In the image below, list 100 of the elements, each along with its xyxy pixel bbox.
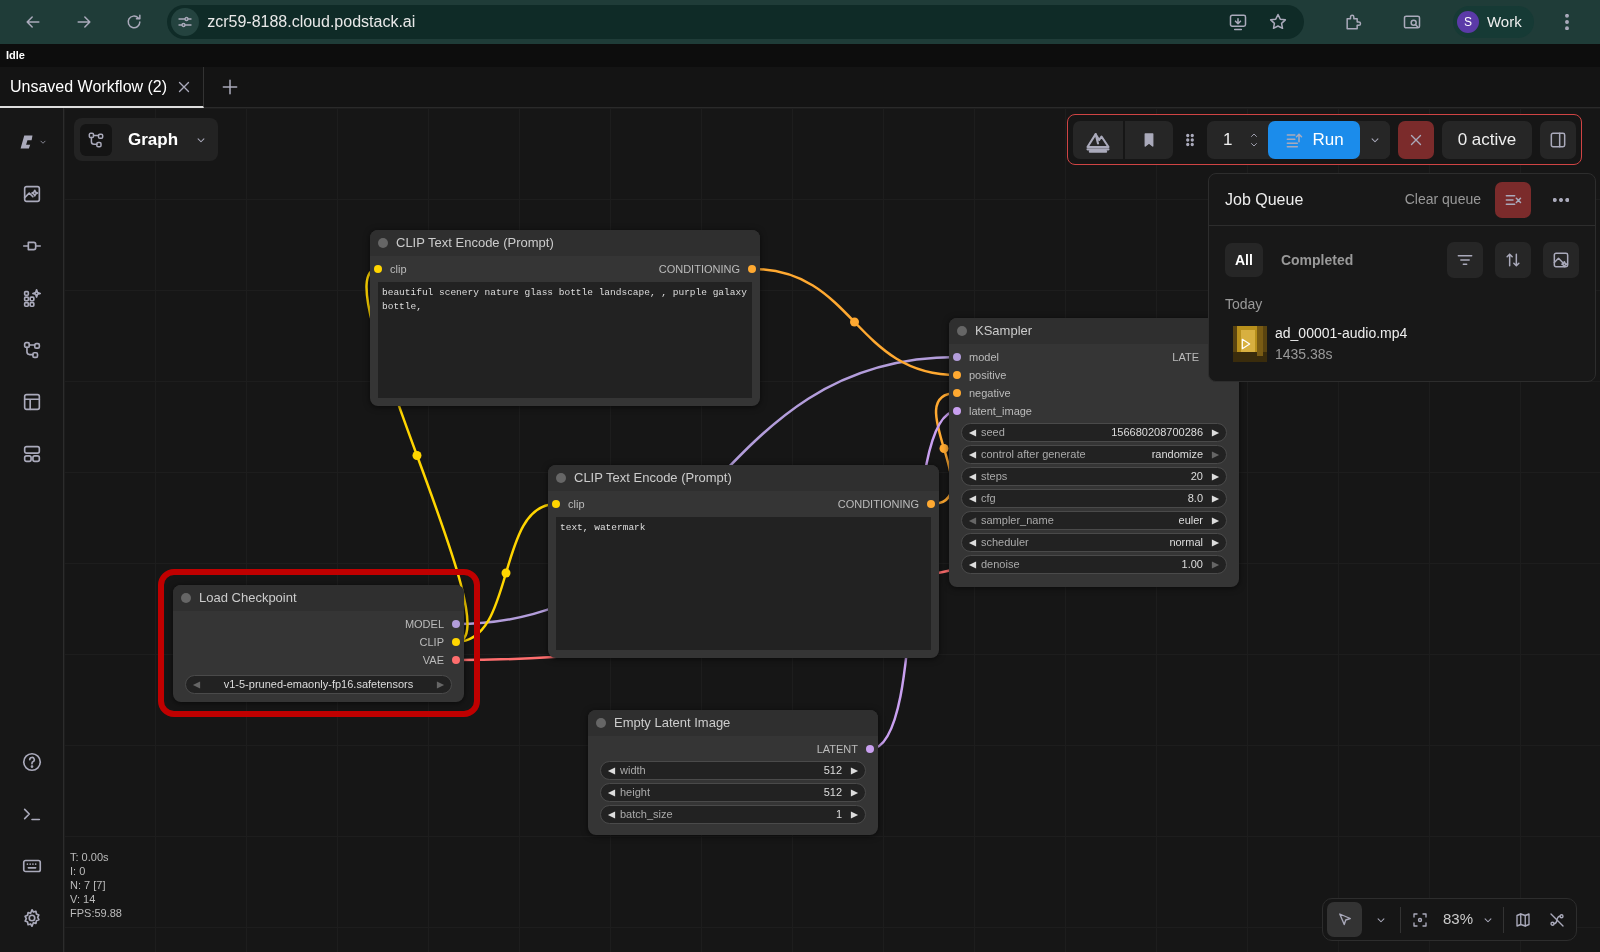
node-title: Empty Latent Image	[614, 714, 731, 733]
widget-field[interactable]: width 512	[600, 761, 866, 780]
bookmark-star-icon[interactable]	[1268, 12, 1289, 32]
widget-label: steps	[981, 469, 1008, 485]
profile-button[interactable]: S Work	[1452, 6, 1534, 38]
slot-label: CONDITIONING	[837, 496, 919, 512]
job-duration: 1435.38s	[1275, 345, 1334, 364]
decrement-arrow-icon[interactable]	[968, 559, 977, 570]
widget-value: 20	[1190, 469, 1203, 485]
input-dot-icon[interactable]	[374, 265, 382, 273]
batch-count-field[interactable]: 1	[1207, 126, 1249, 153]
output-dot-icon[interactable]	[452, 638, 460, 646]
widget-field[interactable]: scheduler normal	[961, 533, 1227, 552]
filter-tab[interactable]: All	[1225, 243, 1263, 277]
widget-field[interactable]: batch_size 1	[600, 805, 866, 824]
decrement-arrow-icon[interactable]	[968, 471, 977, 482]
input-dot-icon[interactable]	[953, 389, 961, 397]
increment-arrow-icon[interactable]	[1211, 427, 1220, 438]
select-tool-button[interactable]	[1327, 902, 1362, 937]
widget-value: 8.0	[1187, 491, 1203, 507]
increment-arrow-icon[interactable]	[850, 809, 859, 820]
widget-field[interactable]: cfg 8.0	[961, 489, 1227, 508]
gallery-button[interactable]	[1543, 242, 1579, 278]
clear-queue-button[interactable]: Clear queue	[1398, 188, 1487, 211]
increment-arrow-icon[interactable]	[850, 765, 859, 776]
collapse-dot-icon[interactable]	[181, 593, 191, 603]
status-text: Idle	[0, 44, 1600, 67]
stats-text: T: 0.00s	[70, 850, 110, 864]
widget-value: normal	[1169, 535, 1203, 551]
collapse-dot-icon[interactable]	[957, 326, 967, 336]
filter-button[interactable]	[1447, 242, 1483, 278]
group-heading: Today	[1224, 295, 1264, 314]
clear-queue-icon-button[interactable]	[1495, 181, 1531, 218]
increment-arrow-icon[interactable]	[1211, 515, 1220, 526]
run-button[interactable]: Run	[1268, 120, 1360, 159]
widget-label: seed	[981, 425, 1005, 441]
input-dot-icon[interactable]	[953, 353, 961, 361]
slot-label: clip	[568, 496, 585, 512]
active-jobs-button[interactable]: 0 active	[1441, 120, 1533, 159]
decrement-arrow-icon[interactable]	[607, 787, 616, 798]
slot-label: VAE	[422, 652, 444, 668]
slot-label: MODEL	[404, 616, 444, 632]
decrement-arrow-icon[interactable]	[968, 493, 977, 504]
widget-label: scheduler	[981, 535, 1029, 551]
increment-arrow-icon[interactable]	[1211, 537, 1220, 548]
view-menu-button[interactable]: Graph	[74, 118, 219, 161]
node-title: KSampler	[975, 322, 1033, 341]
manager-button[interactable]	[1073, 120, 1123, 159]
tab-search-icon	[1401, 12, 1422, 32]
widget-field[interactable]: seed 156680208700286	[961, 423, 1227, 442]
widget-label: height	[620, 785, 650, 801]
decrement-arrow-icon[interactable]	[968, 449, 977, 460]
decrement-arrow-icon[interactable]	[607, 809, 616, 820]
widget-field[interactable]: sampler_name euler	[961, 511, 1227, 530]
widget-value: euler	[1178, 513, 1203, 529]
address-bar[interactable]: zcr59-8188.cloud.podstack.ai	[167, 5, 1305, 39]
output-dot-icon[interactable]	[452, 620, 460, 628]
input-dot-icon[interactable]	[953, 407, 961, 415]
widget-value: 1.00	[1181, 557, 1203, 573]
decrement-arrow-icon[interactable]	[607, 765, 616, 776]
collapse-dot-icon[interactable]	[556, 473, 566, 483]
input-dot-icon[interactable]	[953, 371, 961, 379]
node-title: CLIP Text Encode (Prompt)	[574, 469, 732, 488]
widget-field[interactable]: steps 20	[961, 467, 1227, 486]
decrement-arrow-icon[interactable]	[968, 427, 977, 438]
zoom-menu-button[interactable]: 83%	[1439, 902, 1500, 937]
output-dot-icon[interactable]	[927, 500, 935, 508]
collapse-dot-icon[interactable]	[596, 718, 606, 728]
collapse-dot-icon[interactable]	[378, 238, 388, 248]
filter-tab[interactable]: Completed	[1270, 243, 1364, 277]
widget-field[interactable]: denoise 1.00	[961, 555, 1227, 574]
output-dot-icon[interactable]	[452, 656, 460, 664]
bookmark-button[interactable]	[1125, 120, 1173, 159]
sort-button[interactable]	[1495, 242, 1531, 278]
job-name: ad_00001-audio.mp4	[1275, 324, 1408, 343]
focus-icon	[1411, 910, 1429, 929]
widget-label: v1-5-pruned-emaonly-fp16.safetensors	[222, 677, 415, 693]
panel-toggle-button[interactable]	[1540, 120, 1577, 159]
widget-field[interactable]: control after generate randomize	[961, 445, 1227, 464]
increment-arrow-icon[interactable]	[850, 787, 859, 798]
output-dot-icon[interactable]	[866, 745, 874, 753]
input-dot-icon[interactable]	[552, 500, 560, 508]
widget-value: 512	[823, 785, 842, 801]
prompt-field[interactable]: beautiful scenery nature glass bottle landscape, , purple galaxy bottle,	[378, 282, 752, 398]
avatar: S	[1456, 11, 1479, 33]
output-dot-icon[interactable]	[748, 265, 756, 273]
decrement-arrow-icon[interactable]	[968, 537, 977, 548]
cancel-button[interactable]	[1397, 120, 1434, 159]
increment-arrow-icon[interactable]	[1211, 471, 1220, 482]
slot-label: positive	[969, 367, 1007, 383]
url-text: zcr59-8188.cloud.podstack.ai	[207, 12, 417, 32]
widget-field[interactable]: height 512	[600, 783, 866, 802]
slot-label: clip	[390, 261, 407, 277]
image-icon	[1551, 250, 1571, 270]
increment-arrow-icon[interactable]	[1211, 493, 1220, 504]
puzzle-icon	[1343, 12, 1364, 32]
install-icon[interactable]	[1228, 12, 1249, 32]
prompt-field[interactable]: text, watermark	[556, 517, 931, 650]
widget-label: width	[620, 763, 646, 779]
widget-value: 156680208700286	[1111, 425, 1203, 441]
